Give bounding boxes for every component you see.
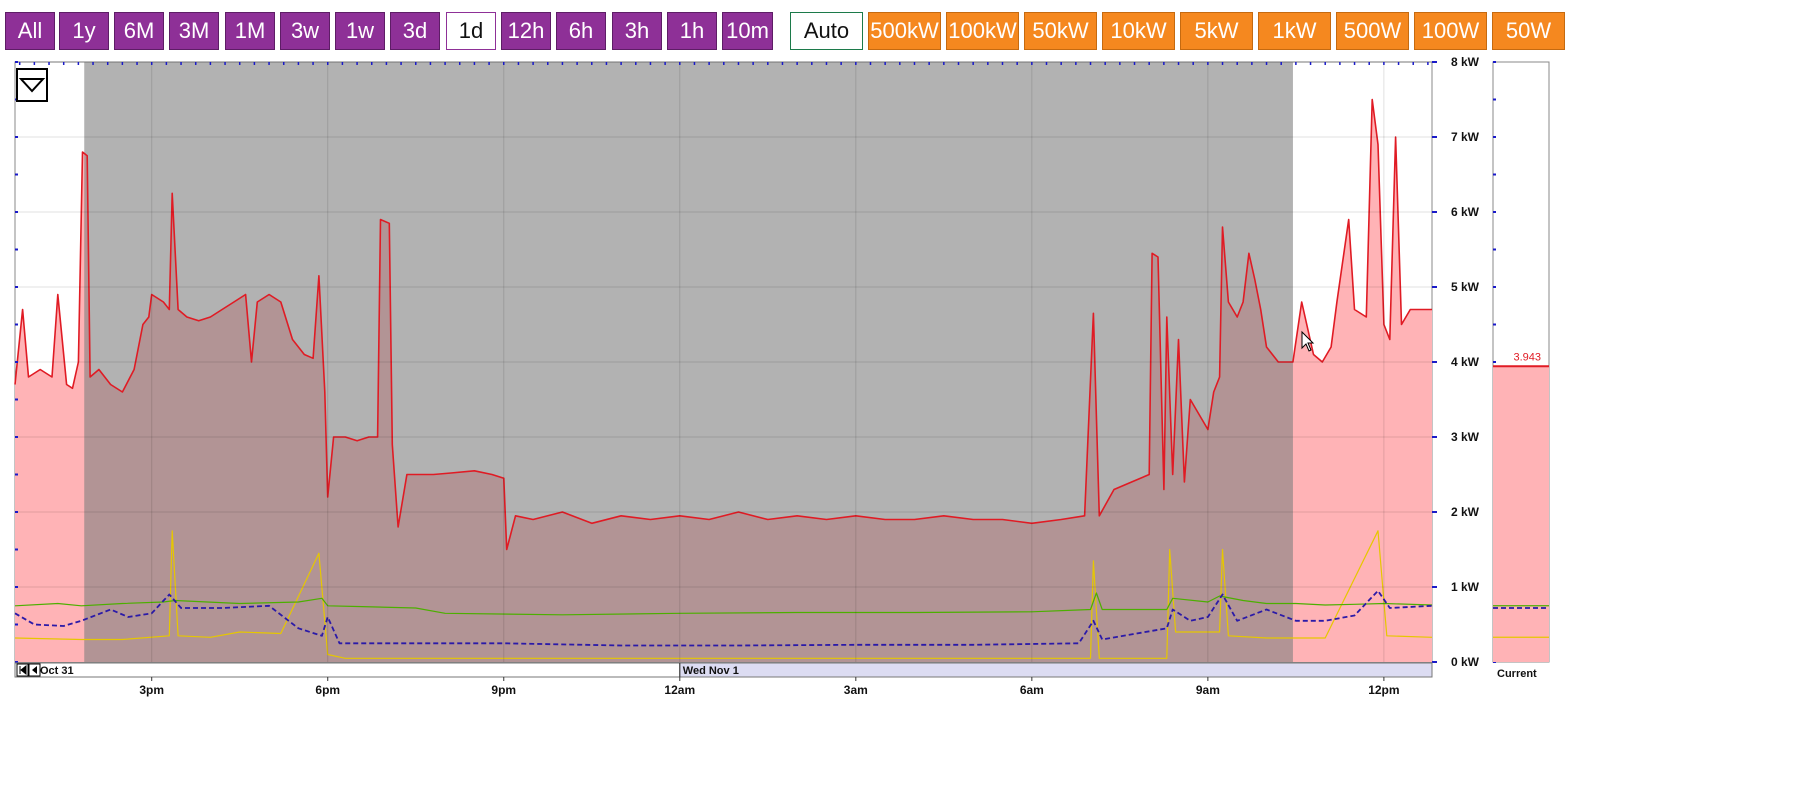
- y-tick-label: 8 kW: [1451, 55, 1480, 69]
- y-tick-label: 7 kW: [1451, 130, 1480, 144]
- y-tick-label: 5 kW: [1451, 280, 1480, 294]
- current-value-label: 3.943: [1513, 351, 1541, 363]
- y-tick-label: 2 kW: [1451, 505, 1480, 519]
- y-tick-label: 6 kW: [1451, 205, 1480, 219]
- chart-menu-toggle[interactable]: [16, 68, 48, 102]
- day-label: Wed Nov 1: [683, 665, 739, 677]
- y-tick-label: 0 kW: [1451, 655, 1480, 669]
- power-chart[interactable]: 0 kW 1 kW 2 kW 3 kW 4 kW 5 kW 6 kW 7 kW 8 kW Oct …: [0, 0, 1816, 810]
- x-tick-label: 3pm: [139, 683, 164, 697]
- step-back-icon[interactable]: [28, 663, 41, 677]
- x-tick-label: 9pm: [491, 683, 516, 697]
- skip-back-icon[interactable]: [16, 663, 29, 677]
- current-label: Current: [1497, 668, 1537, 680]
- day-label: Oct 31: [40, 665, 74, 677]
- current-total-bar: [1493, 366, 1549, 662]
- y-tick-label: 1 kW: [1451, 580, 1480, 594]
- x-tick-label: 6pm: [315, 683, 340, 697]
- x-tick-label: 9am: [1196, 683, 1220, 697]
- timeline-day-block: [679, 662, 1433, 678]
- x-tick-label: 12am: [664, 683, 695, 697]
- x-tick-label: 3am: [844, 683, 868, 697]
- x-tick-label: 12pm: [1368, 683, 1399, 697]
- y-tick-label: 4 kW: [1451, 355, 1480, 369]
- x-tick-label: 6am: [1020, 683, 1044, 697]
- y-tick-label: 3 kW: [1451, 430, 1480, 444]
